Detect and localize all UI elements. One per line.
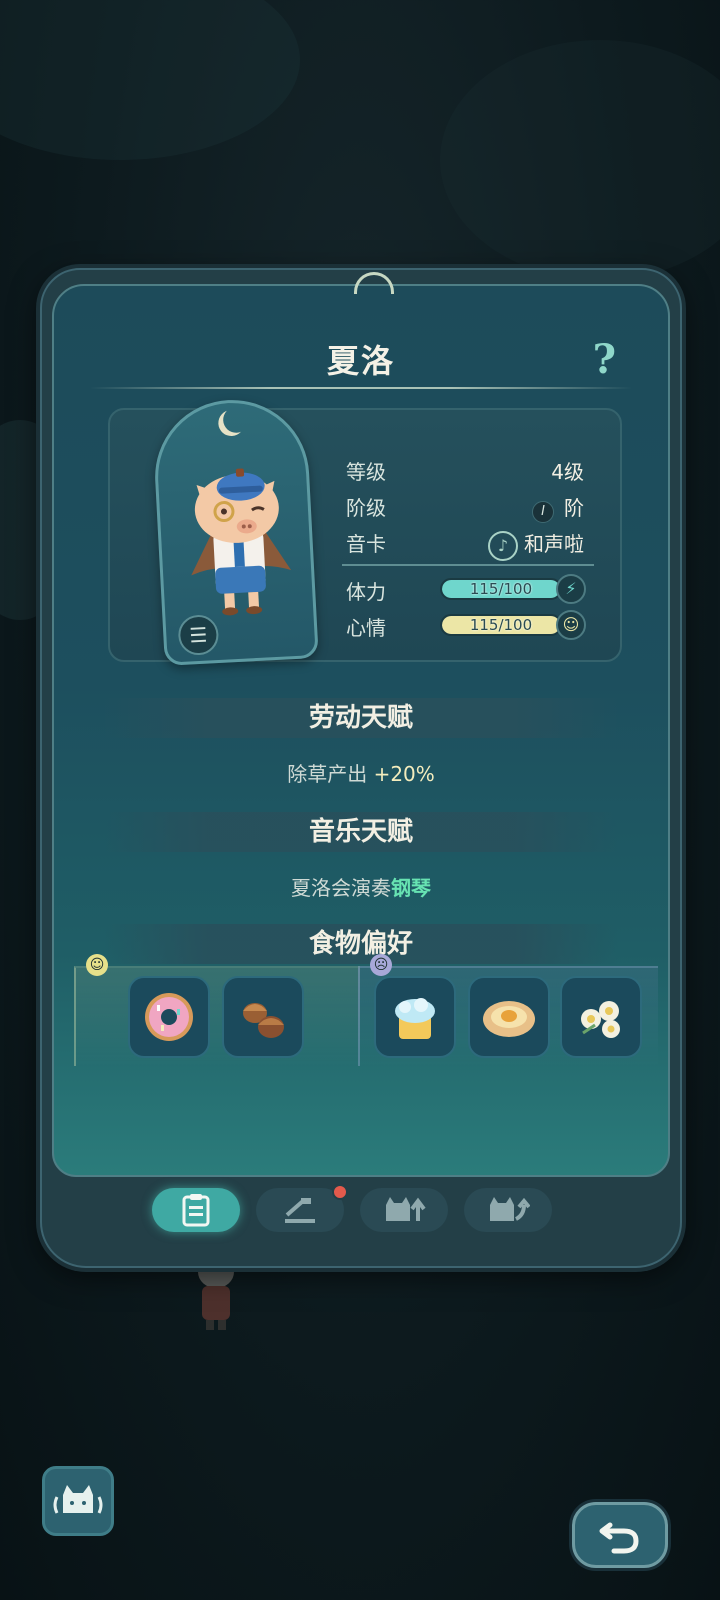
help-icon[interactable]: ? [593,336,616,383]
flowers-icon[interactable] [560,976,642,1058]
stamina-row: 体力 115/100 ⚡ [342,570,594,606]
rank-badge: I [532,501,554,523]
level-row: 等级 4级 [342,450,594,486]
card-row[interactable]: 音卡 ♪ 和声啦 [342,522,594,561]
background-shape [0,0,300,160]
stats-list: 等级 4级 阶级 I阶 音卡 ♪ 和声啦 体力 115/100 ⚡ 心情 115… [342,450,594,642]
music-talent-header: 音乐天赋 [104,812,618,852]
card-value: 和声啦 [524,532,584,556]
card-label: 音卡 [346,532,386,556]
background-shape [440,40,720,280]
mood-bar: 115/100 [440,614,562,636]
pig-character-icon [191,468,292,616]
cat-upgrade-icon [386,1197,426,1221]
mood-row: 心情 115/100 ☺ [342,606,594,642]
rank-label: 阶级 [346,496,386,520]
panel-content: 夏洛 ? ☰ 等级 4级 阶级 I 阶 音卡 ♪ 和声啦 体力 115/100 … [52,272,670,1177]
disliked-food-area: ☹ [358,954,658,1066]
panel-crest [354,272,394,294]
tools-icon [285,1198,315,1223]
back-button[interactable] [572,1502,668,1568]
cat-promote-icon [490,1197,530,1221]
smiley-icon: ☺ [556,610,586,640]
rank-row: 阶级 I阶 [342,486,594,523]
character-name: 夏洛 [326,342,395,380]
level-value: 4级 [551,460,584,484]
title-divider [90,387,632,389]
music-talent-desc: 夏洛会演奏 [291,876,391,900]
stamina-value: 115/100 [469,580,533,598]
tab-upgrade[interactable] [360,1188,448,1232]
donut-icon[interactable] [128,976,210,1058]
cake-icon[interactable] [374,976,456,1058]
labor-talent-desc: 除草产出 [287,762,374,786]
clipboard-icon [182,1194,210,1227]
labor-talent-value: +20% [373,762,435,786]
labor-talent-header: 劳动天赋 [104,698,618,738]
tab-promote[interactable] [464,1188,552,1232]
music-talent-instrument: 钢琴 [391,876,431,900]
cat-menu-button[interactable] [42,1466,114,1536]
character-panel: 夏洛 ? ☰ 等级 4级 阶级 I 阶 音卡 ♪ 和声啦 体力 115/100 … [40,268,682,1268]
rank-value-group: I阶 [532,492,584,523]
stats-divider [342,564,594,566]
mood-label: 心情 [346,616,386,640]
music-card-icon: ♪ [488,530,518,561]
labor-talent-text: 除草产出 +20% [54,758,668,787]
tab-tools[interactable] [256,1184,348,1232]
character-info-card: ☰ 等级 4级 阶级 I阶 音卡 ♪ 和声啦 体力 115/100 ⚡ 心情 1… [108,396,622,666]
back-arrow-icon [599,1522,639,1554]
notification-dot [332,1184,348,1200]
level-label: 等级 [346,460,386,484]
stamina-label: 体力 [346,580,386,604]
food-preference-header: 食物偏好 [104,924,618,964]
mood-value: 115/100 [469,616,533,634]
liked-food-area: ☺ [74,954,360,1066]
tab-profile[interactable] [152,1188,240,1232]
happy-face-icon: ☺ [86,954,108,976]
character-portrait[interactable]: ☰ [151,396,319,666]
lightning-icon: ⚡ [556,574,586,604]
sad-face-icon: ☹ [370,954,392,976]
card-value-group: ♪ 和声啦 [488,528,584,561]
egg-tart-icon[interactable] [468,976,550,1058]
acorn-icon[interactable] [222,976,304,1058]
cat-face-icon [53,1485,103,1514]
stamina-bar: 115/100 [440,578,562,600]
music-talent-text: 夏洛会演奏钢琴 [54,872,668,901]
rank-value: 阶 [564,496,584,520]
